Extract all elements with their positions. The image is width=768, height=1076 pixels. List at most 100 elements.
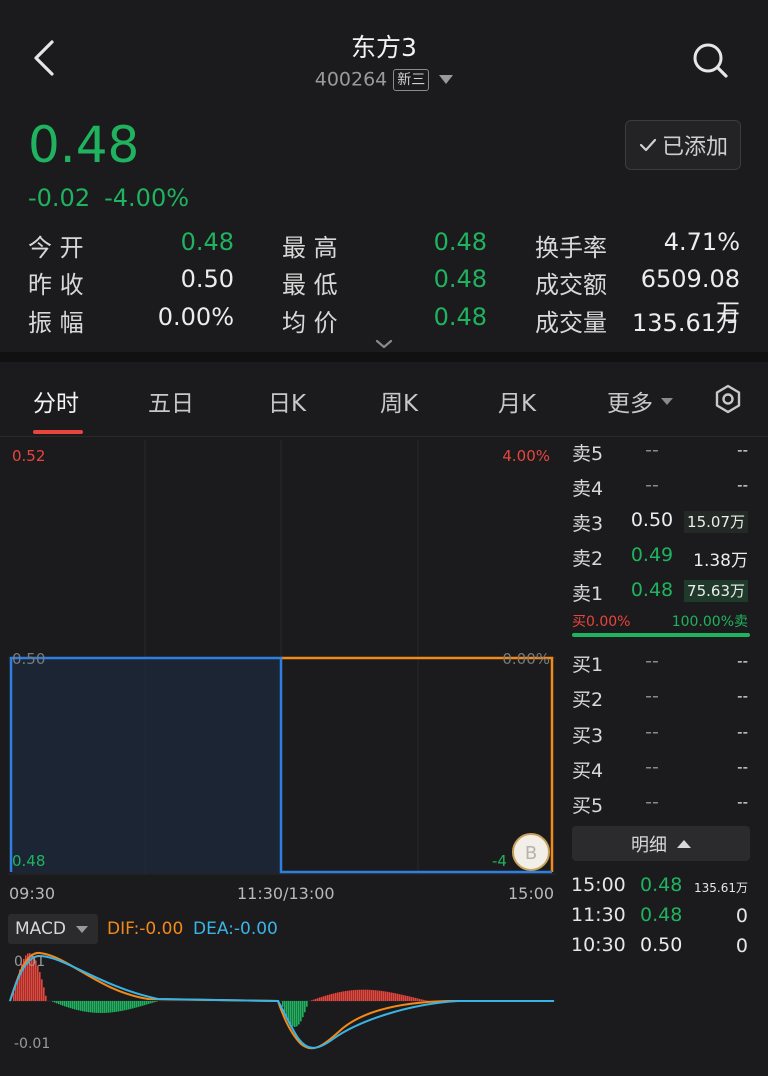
price-axis-top: 0.52 [12, 447, 46, 465]
macd-histogram-bar [132, 1001, 134, 1009]
trade-price: 0.48 [640, 904, 683, 926]
intraday-chart[interactable]: B [8, 440, 556, 880]
trade-detail-button[interactable]: 明细 [572, 826, 750, 861]
macd-histogram-bar [94, 1001, 96, 1013]
market-badge: 新三 [393, 68, 430, 91]
macd-histogram-bar [331, 993, 333, 1001]
macd-histogram-bar [82, 1001, 84, 1012]
sell-ratio: 100.00%卖 [671, 614, 748, 630]
bid-price: -- [645, 756, 659, 778]
ask-volume-value: 75.63万 [684, 580, 748, 602]
ask-volume: 75.63万 [684, 580, 748, 602]
macd-histogram-bar [389, 992, 391, 1001]
bid-price: -- [645, 685, 659, 707]
macd-histogram-bar [84, 1001, 86, 1012]
bid-label: 买1 [572, 654, 604, 676]
ask-label: 卖4 [572, 478, 604, 500]
macd-histogram-bar [411, 997, 413, 1001]
price-change: -0.02 -4.00% [28, 184, 189, 212]
stock-code-row[interactable]: 400264 新三 [0, 68, 768, 91]
macd-histogram-bar [76, 1001, 78, 1010]
macd-histogram-bar [146, 1001, 148, 1005]
macd-histogram-bar [381, 990, 383, 1001]
stat-label-amplitude: 振 幅 [28, 309, 84, 337]
macd-histogram-bar [321, 996, 323, 1001]
dropdown-caret-icon[interactable] [439, 75, 454, 84]
stock-name: 东方3 [351, 33, 417, 62]
trade-time: 11:30 [571, 904, 626, 926]
macd-histogram-bar [37, 965, 39, 1001]
macd-histogram-bar [118, 1001, 120, 1012]
macd-histogram-bar [90, 1001, 92, 1013]
macd-histogram-bar [60, 1001, 62, 1005]
macd-histogram-bar [92, 1001, 94, 1013]
macd-histogram-bar [41, 979, 43, 1001]
stat-value-prev-close: 0.50 [180, 265, 234, 293]
macd-histogram-bar [349, 990, 351, 1001]
ask-label: 卖3 [572, 513, 604, 535]
macd-histogram-bar [407, 996, 409, 1001]
macd-histogram-bar [106, 1001, 108, 1013]
tab-daily-k[interactable]: 日K [268, 384, 306, 418]
macd-histogram-bar [45, 995, 47, 1001]
bid-volume: -- [737, 723, 748, 741]
macd-histogram-bar [154, 1001, 156, 1003]
added-to-watchlist-button[interactable]: 已添加 [625, 120, 741, 170]
active-tab-indicator [33, 430, 83, 434]
bid-volume: -- [737, 687, 748, 705]
macd-histogram-bar [403, 995, 405, 1001]
price-axis-mid: 0.50 [12, 650, 46, 668]
macd-histogram-bar [114, 1001, 116, 1013]
tab-more-label: 更多 [607, 391, 653, 417]
macd-histogram-bar [152, 1001, 154, 1003]
tab-more[interactable]: 更多 [607, 384, 673, 418]
trade-volume: 0 [735, 935, 748, 957]
macd-histogram-bar [144, 1001, 146, 1006]
tab-intraday[interactable]: 分时 [33, 384, 79, 418]
average-price-line [281, 656, 554, 872]
macd-histogram-bar [138, 1001, 140, 1007]
bid-label: 买2 [572, 689, 604, 711]
macd-histogram-bar [337, 992, 339, 1001]
macd-dif-value: DIF:-0.00 [107, 919, 184, 939]
expand-chevron-icon[interactable] [372, 336, 396, 352]
macd-histogram-bar [86, 1001, 88, 1012]
added-label: 已添加 [661, 135, 728, 160]
indicator-label: MACD [15, 919, 66, 939]
collapse-caret-icon [677, 839, 691, 848]
macd-histogram-bar [150, 1001, 152, 1004]
macd-histogram-bar [104, 1001, 106, 1013]
macd-histogram-bar [292, 1001, 294, 1027]
macd-histogram-bar [401, 994, 403, 1001]
ask-price: -- [645, 439, 659, 461]
macd-dea-value: DEA:-0.00 [193, 919, 278, 939]
settings-hexagon-icon[interactable] [713, 384, 743, 414]
ask-volume: -- [737, 476, 748, 494]
price-area-fill [11, 659, 281, 873]
search-icon[interactable] [690, 40, 730, 80]
macd-histogram-bar [369, 989, 371, 1001]
stat-value-avg-price: 0.48 [433, 303, 487, 331]
macd-histogram-bar [329, 994, 331, 1001]
stat-label-avg-price: 均 价 [282, 309, 338, 337]
ask-volume: 1.38万 [693, 551, 748, 571]
trade-price: 0.50 [640, 934, 683, 956]
tabs-divider [0, 436, 768, 437]
tab-weekly-k[interactable]: 周K [380, 384, 418, 418]
macd-histogram-bar [327, 994, 329, 1001]
ask-price: 0.50 [630, 509, 674, 531]
ask-label: 卖5 [572, 443, 604, 465]
macd-histogram-bar [298, 1001, 300, 1025]
ask-volume: -- [737, 441, 748, 459]
b-marker-icon[interactable]: B [512, 833, 550, 871]
change-value: -0.02 [28, 184, 91, 212]
tab-monthly-k[interactable]: 月K [498, 384, 536, 418]
trade-time: 15:00 [571, 874, 626, 896]
macd-histogram-bar [333, 993, 335, 1001]
indicator-selector[interactable]: MACD [8, 914, 98, 944]
macd-histogram-bar [304, 1001, 306, 1013]
b-marker-label: B [525, 843, 537, 864]
macd-histogram-bar [68, 1001, 70, 1008]
macd-histogram-bar [122, 1001, 124, 1011]
tab-five-day[interactable]: 五日 [148, 384, 194, 418]
